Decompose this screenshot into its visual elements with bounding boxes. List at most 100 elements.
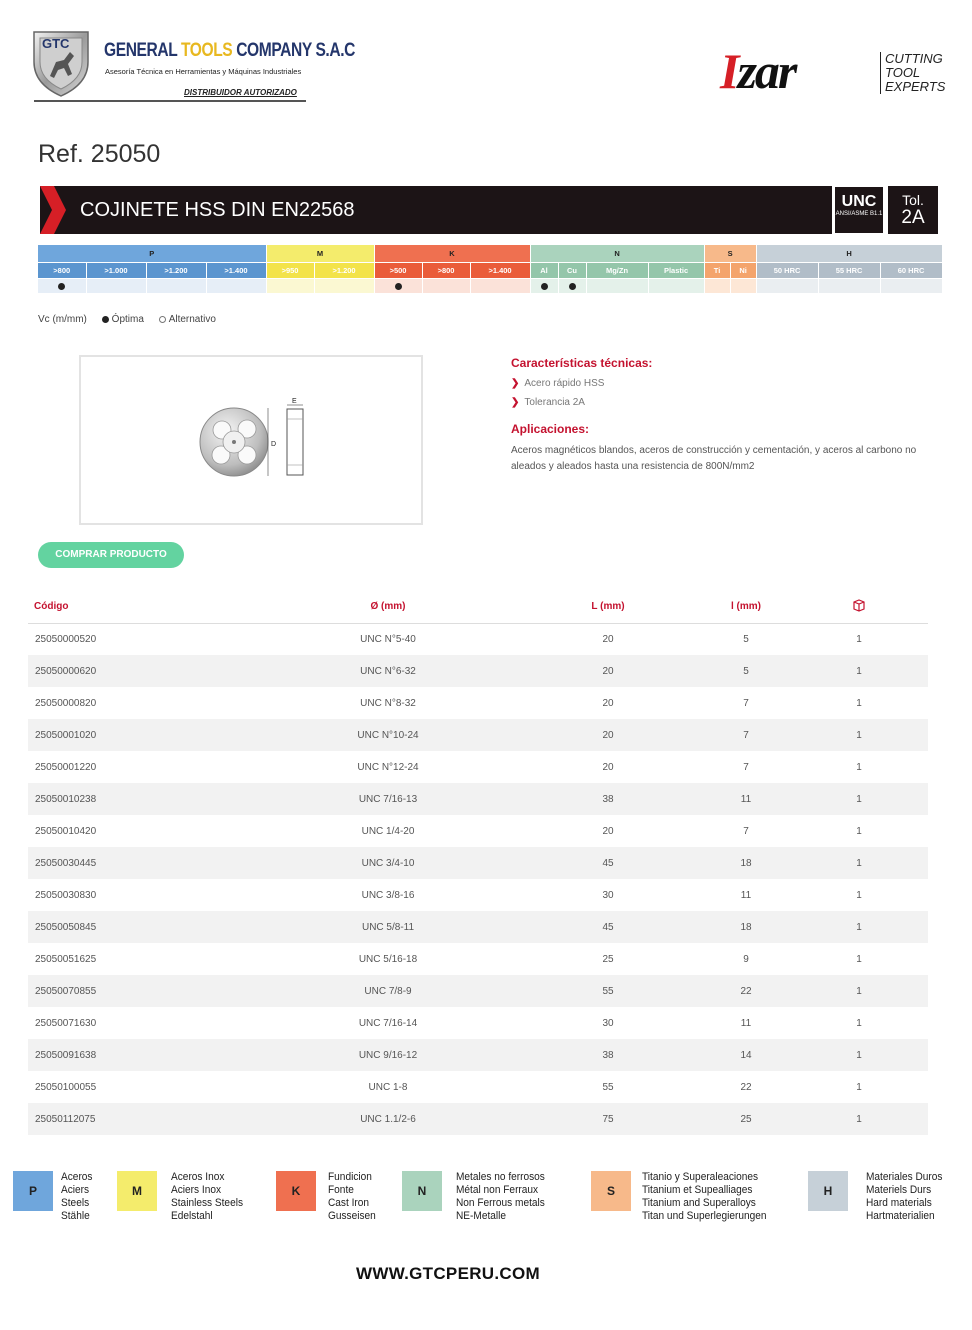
product-title: COJINETE HSS DIN EN22568 [80,199,355,221]
cell-diameter: UNC N°12-24 [357,761,419,773]
feature-item: ❯ Tolerancia 2A [511,397,585,408]
cell-spacer [894,1007,928,1039]
brand-tagline-line: EXPERTS [885,79,946,94]
cell-pack: 1 [824,1039,894,1071]
cell-pack: 1 [856,697,862,709]
material-sub-k: >500 [374,262,423,279]
table-row: 25050050845 UNC 5/8-11 45 18 1 [28,911,928,943]
cell-spacer [894,1103,928,1135]
suitability-cell [704,278,731,294]
cell-thread-length: 9 [743,953,749,965]
cell-spacer [894,847,928,879]
applications-text: Aceros magnéticos blandos, aceros de con… [511,445,917,472]
material-name: NE-Metalle [456,1210,507,1222]
cell-diameter: UNC 1.1/2-6 [228,1103,548,1135]
buy-product-button[interactable]: COMPRAR PRODUCTO [38,542,184,568]
suitability-cell [818,278,881,294]
brand-tagline-line: CUTTING [885,51,943,66]
material-name: Materiales Duros [866,1171,943,1183]
cell-pack: 1 [824,783,894,815]
cell-code: 25050010238 [28,783,228,815]
brand-wordmark-initial: I [720,43,740,99]
material-sub-h: 55 HRC [818,262,881,279]
cell-thread-length: 18 [668,847,824,879]
material-group-s: S [704,245,757,263]
cell-spacer [894,879,928,911]
cell-diameter: UNC 9/16-12 [228,1039,548,1071]
cell-length: 30 [602,1017,614,1029]
cell-thread-length: 22 [668,975,824,1007]
cell-thread-length: 7 [743,697,749,709]
cell-code: 25050070855 [28,975,228,1007]
material-name: Hartmaterialien [866,1210,935,1222]
suitability-cell [648,278,705,294]
legend-vc: Vc (m/mm) [38,314,87,325]
cell-code: 25050010420 [35,825,97,837]
authorized-distributor-label: DISTRIBUIDOR AUTORIZADO [184,88,297,97]
cell-diameter: UNC 7/16-14 [358,1017,418,1029]
cell-length: 45 [548,911,668,943]
suitability-cell [558,278,587,294]
cell-code: 25050000520 [35,633,97,645]
cell-thread-length: 22 [740,1081,752,1093]
column-header-pack [824,591,894,624]
box-icon [853,599,865,612]
brand-wordmark-rest: zar [737,43,797,99]
cell-pack: 1 [824,911,894,943]
filled-dot-icon [101,315,109,323]
table-row: 25050000820 UNC N°8-32 20 7 1 [28,687,928,719]
cell-thread-length: 14 [668,1039,824,1071]
material-name: Titan und Superlegierungen [642,1210,767,1222]
cell-spacer [894,751,928,783]
cell-code: 25050050845 [28,911,228,943]
cell-diameter: UNC 1/4-20 [361,825,415,837]
die-drawing: D E [199,398,304,477]
feature-item: ❯ Acero rápido HSS [511,378,604,389]
table-row: 25050112075 UNC 1.1/2-6 75 25 1 [28,1103,928,1135]
cell-pack: 1 [856,633,862,645]
drawing-label-d: D [271,441,276,448]
material-name: Cast Iron [328,1197,370,1209]
cell-length: 20 [548,719,668,751]
cell-spacer [894,783,928,815]
cell-length: 20 [602,761,614,773]
material-sub-n: Plastic [648,262,705,279]
cell-diameter: UNC 7/8-9 [228,975,548,1007]
material-name: Stähle [61,1210,90,1222]
cell-thread-length: 7 [743,761,749,773]
gtc-badge-text: GTC [42,36,70,51]
material-names-p: Aceros Aciers Steels Stähle [61,1171,93,1223]
material-badge-k: K [276,1171,316,1211]
legend-alternative-label: Alternativo [168,314,216,325]
table-row: 25050030830 UNC 3/8-16 30 11 1 [28,879,928,911]
table-row: 25050001220 UNC N°12-24 20 7 1 [28,751,928,783]
material-names-k: Fundicion Fonte Cast Iron Gusseisen [328,1171,376,1223]
cell-diameter: UNC N°10-24 [228,719,548,751]
material-name: Aciers Inox [171,1184,222,1196]
gtc-tagline: Asesoría Técnica en Herramientas y Máqui… [105,67,302,76]
cell-pack: 1 [856,953,862,965]
cell-spacer [894,1039,928,1071]
cell-thread-length: 18 [668,911,824,943]
material-sub-p: >1.400 [206,262,267,279]
cell-code: 25050051625 [35,953,97,965]
material-sub-m: >950 [266,262,315,279]
material-badge-n: N [402,1171,442,1211]
material-names-m: Aceros Inox Aciers Inox Stainless Steels… [171,1171,243,1223]
material-grid: P M K N S H >800 >1.000 >1.200 >1.400 >9… [38,245,943,294]
cell-pack: 1 [856,1081,862,1093]
cell-code: 25050000820 [35,697,97,709]
cell-code: 25050030830 [35,889,97,901]
material-name: Aciers [61,1184,90,1196]
table-row: 25050001020 UNC N°10-24 20 7 1 [28,719,928,751]
features-title: Características técnicas: [511,356,653,370]
cell-spacer [894,719,928,751]
chevron-right-icon: ❯ [511,378,520,389]
drawing-label-e: E [292,398,297,405]
legend-optimal-label: Óptima [111,314,144,325]
chevron-right-icon: ❯ [511,397,520,408]
cell-pack: 1 [856,761,862,773]
cell-thread-length: 11 [740,889,752,901]
cell-diameter: UNC 1-8 [368,1081,408,1093]
cell-thread-length: 7 [743,825,749,837]
